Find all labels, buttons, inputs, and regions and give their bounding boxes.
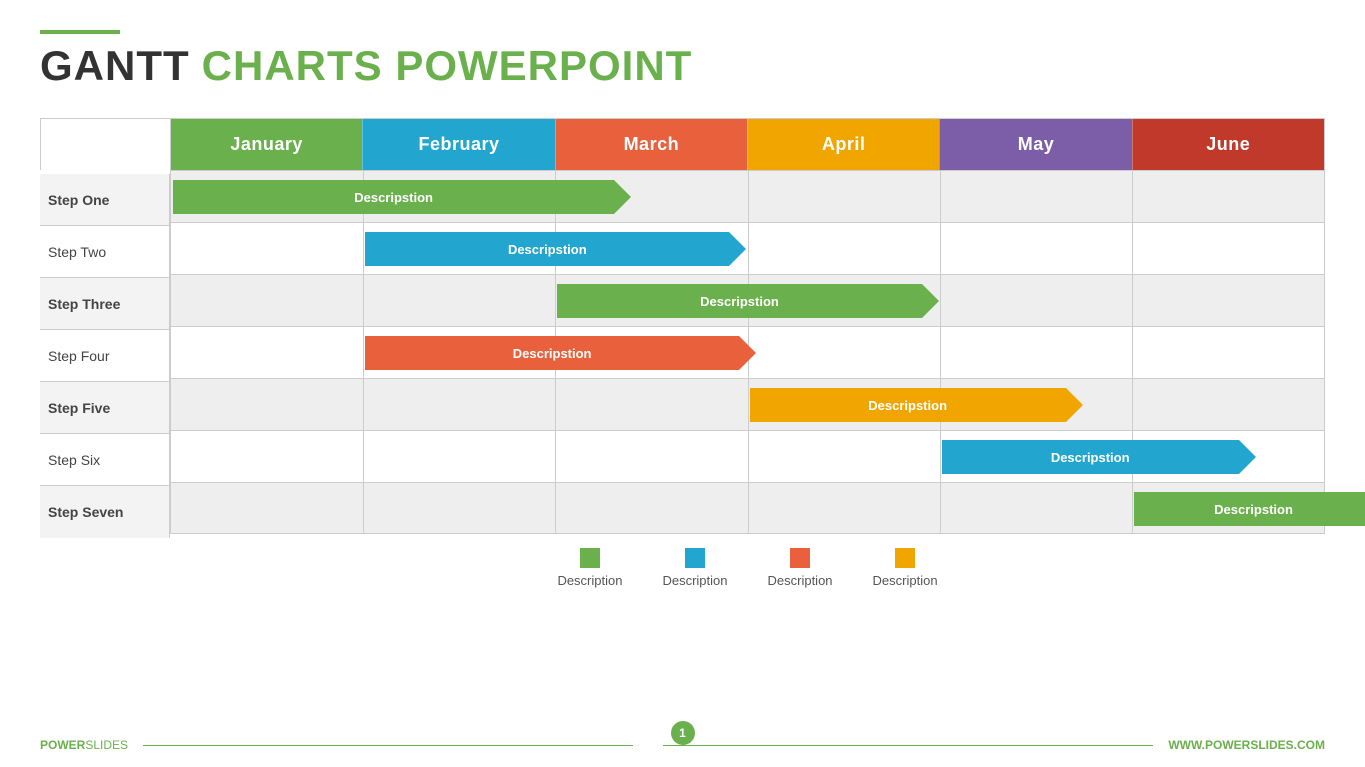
title-gantt: GANTT bbox=[40, 42, 190, 90]
footer: POWERSLIDES 1 WWW.POWERSLIDES.COM bbox=[40, 738, 1325, 752]
legend-color-1 bbox=[580, 548, 600, 568]
step-row-4: Descripstion bbox=[170, 326, 1325, 378]
legend-item-2: Description bbox=[662, 548, 727, 588]
legend-label-2: Description bbox=[662, 573, 727, 588]
grid-main: January February March April May June De… bbox=[170, 118, 1325, 534]
legend-item-3: Description bbox=[768, 548, 833, 588]
chart-area: January February March April May June De… bbox=[40, 118, 1325, 534]
footer-page-badge: 1 bbox=[671, 721, 695, 745]
legend-item-1: Description bbox=[557, 548, 622, 588]
month-january: January bbox=[171, 119, 362, 170]
legend-label-4: Description bbox=[873, 573, 938, 588]
page-container: GANTT CHARTS POWERPOINT January February… bbox=[0, 0, 1365, 767]
title-row: GANTT CHARTS POWERPOINT bbox=[40, 42, 1325, 90]
legend-color-3 bbox=[790, 548, 810, 568]
step-row-5: Descripstion bbox=[170, 378, 1325, 430]
bar-step6: Descripstion bbox=[942, 440, 1239, 474]
title-rest: CHARTS POWERPOINT bbox=[202, 42, 693, 90]
bar-step5: Descripstion bbox=[750, 388, 1066, 422]
bar-step4: Descripstion bbox=[365, 336, 739, 370]
legend-row: Description Description Description Desc… bbox=[170, 548, 1325, 588]
corner-cell bbox=[40, 118, 170, 170]
legend-color-2 bbox=[685, 548, 705, 568]
month-may: May bbox=[939, 119, 1131, 170]
legend-color-4 bbox=[895, 548, 915, 568]
step-row-6: Descripstion bbox=[170, 430, 1325, 482]
bar-step3: Descripstion bbox=[557, 284, 921, 318]
legend-label-3: Description bbox=[768, 573, 833, 588]
month-february: February bbox=[362, 119, 554, 170]
step-row-2: Descripstion bbox=[170, 222, 1325, 274]
bar-step2: Descripstion bbox=[365, 232, 729, 266]
header-accent-line bbox=[40, 30, 120, 34]
months-row: January February March April May June bbox=[170, 118, 1325, 170]
bar-step7: Descripstion bbox=[1134, 492, 1365, 526]
month-march: March bbox=[555, 119, 747, 170]
bar-step1: Descripstion bbox=[173, 180, 614, 214]
footer-line-right bbox=[663, 745, 1153, 746]
footer-brand: POWERSLIDES bbox=[40, 738, 128, 752]
footer-url: WWW.POWERSLIDES.COM bbox=[1168, 738, 1325, 752]
footer-line-left bbox=[143, 745, 633, 746]
month-june: June bbox=[1132, 119, 1324, 170]
step-row-7: Descripstion bbox=[170, 482, 1325, 534]
legend-label-1: Description bbox=[557, 573, 622, 588]
step-row-1: Descripstion bbox=[170, 170, 1325, 222]
month-april: April bbox=[747, 119, 939, 170]
step-row-3: Descripstion bbox=[170, 274, 1325, 326]
legend-item-4: Description bbox=[873, 548, 938, 588]
